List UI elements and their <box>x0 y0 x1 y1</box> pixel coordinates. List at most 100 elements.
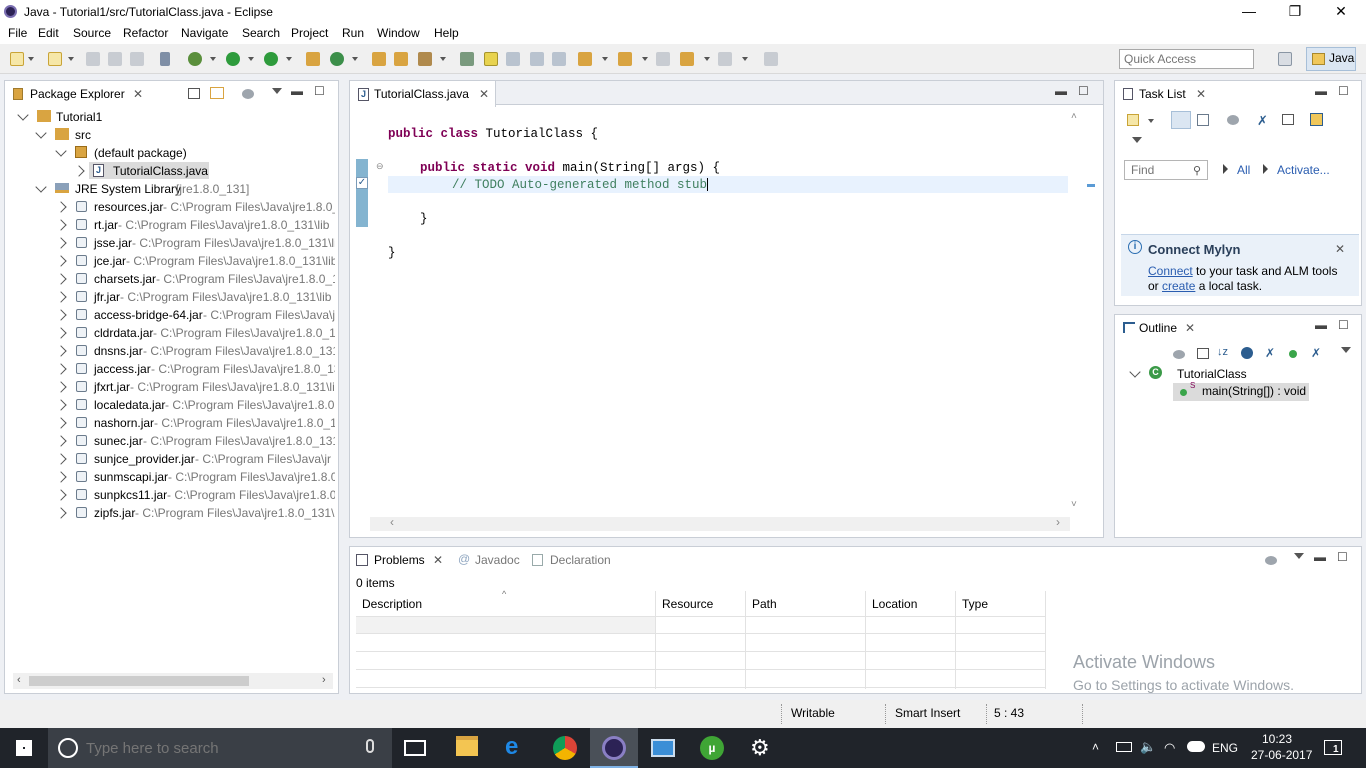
edge-browser-icon[interactable]: e <box>505 735 529 760</box>
minimize-view-icon[interactable]: ▬ <box>1314 550 1326 564</box>
collapse-all-icon[interactable] <box>188 88 200 99</box>
minimize-view-icon[interactable]: ▬ <box>291 84 303 98</box>
code-line-1[interactable]: public class TutorialClass { <box>388 127 598 141</box>
onedrive-icon[interactable] <box>1187 741 1205 752</box>
app-window-icon[interactable] <box>651 739 675 757</box>
maximize-view-icon[interactable]: ☐ <box>1078 84 1089 98</box>
task-find-input[interactable] <box>1131 162 1191 178</box>
scroll-left-icon[interactable]: ‹ <box>17 674 21 686</box>
sync-icon[interactable] <box>1310 113 1323 126</box>
battery-icon[interactable] <box>1116 742 1132 752</box>
status-insert-mode[interactable]: Smart Insert <box>895 706 960 720</box>
tree-jar-item[interactable]: jfxrt.jar - C:\Program Files\Java\jre1.8… <box>55 379 335 397</box>
menu-edit[interactable]: Edit <box>38 26 59 40</box>
editor-tab[interactable]: J TutorialClass.java ✕ <box>350 81 496 107</box>
view-menu-icon[interactable] <box>1294 553 1304 559</box>
close-tab-icon[interactable]: ✕ <box>1196 87 1206 101</box>
close-tab-icon[interactable]: ✕ <box>133 87 143 101</box>
task-view-icon[interactable] <box>404 740 426 756</box>
next-annotation-icon[interactable] <box>578 52 592 66</box>
chevron-down-icon[interactable] <box>35 181 47 193</box>
chevron-right-icon[interactable] <box>73 165 85 177</box>
tree-jar-item[interactable]: jaccess.jar - C:\Program Files\Java\jre1… <box>55 361 335 379</box>
menu-window[interactable]: Window <box>377 26 420 40</box>
hide-local-types-icon[interactable]: ✗ <box>1311 346 1321 360</box>
menu-file[interactable]: File <box>8 26 27 40</box>
new-java-package-icon[interactable] <box>306 52 320 66</box>
tab-problems[interactable]: Problems ✕ <box>350 547 450 573</box>
chevron-down-icon[interactable] <box>35 127 47 139</box>
tree-jar-item[interactable]: sunec.jar - C:\Program Files\Java\jre1.8… <box>55 433 335 451</box>
open-type-icon[interactable] <box>372 52 386 66</box>
focus-icon[interactable] <box>1173 350 1185 359</box>
search-toolbar-icon[interactable] <box>418 52 432 66</box>
open-perspective-icon[interactable] <box>1278 52 1292 66</box>
outline-method-row[interactable]: S main(String[]) : void <box>1173 381 1309 401</box>
tree-jar-item[interactable]: cldrdata.jar - C:\Program Files\Java\jre… <box>55 325 335 343</box>
scroll-left-icon[interactable]: ‹ <box>390 515 394 529</box>
overview-marker[interactable] <box>1087 184 1095 187</box>
network-icon[interactable]: ◠ <box>1164 740 1175 756</box>
utorrent-icon[interactable]: µ <box>700 736 724 760</box>
chevron-right-icon[interactable] <box>55 219 67 231</box>
tab-declaration[interactable]: Declaration <box>528 547 618 573</box>
file-explorer-icon[interactable] <box>456 736 478 756</box>
save-all-icon[interactable] <box>108 52 122 66</box>
focus-icon[interactable] <box>1227 115 1239 125</box>
hide-fields-icon[interactable] <box>1241 347 1253 359</box>
chevron-right-icon[interactable] <box>55 273 67 285</box>
chevron-right-icon[interactable] <box>55 417 67 429</box>
chevron-right-icon[interactable] <box>55 453 67 465</box>
word-wrap-icon[interactable] <box>530 52 544 66</box>
previous-annotation-icon[interactable] <box>618 52 632 66</box>
tree-jar-item[interactable]: charsets.jar - C:\Program Files\Java\jre… <box>55 271 335 289</box>
close-tab-icon[interactable]: ✕ <box>479 87 489 101</box>
menu-navigate[interactable]: Navigate <box>181 26 228 40</box>
tree-jar-item[interactable]: jsse.jar - C:\Program Files\Java\jre1.8.… <box>55 235 335 253</box>
restore-button[interactable]: ❐ <box>1272 0 1318 24</box>
chevron-right-icon[interactable] <box>55 291 67 303</box>
mark-occurrences-icon[interactable] <box>484 52 498 66</box>
menu-search[interactable]: Search <box>242 26 280 40</box>
pin-editor-icon[interactable] <box>764 52 778 66</box>
dropdown-arrow-icon[interactable] <box>68 57 74 61</box>
action-center-icon[interactable]: 1 <box>1324 740 1342 755</box>
column-path[interactable]: Path <box>752 597 777 611</box>
scroll-up-icon[interactable]: ˄ <box>1071 111 1077 122</box>
show-whitespace-icon[interactable] <box>552 52 566 66</box>
collapse-all-icon[interactable] <box>1282 114 1294 125</box>
menu-source[interactable]: Source <box>73 26 111 40</box>
block-selection-icon[interactable] <box>506 52 520 66</box>
tree-jar-item[interactable]: rt.jar - C:\Program Files\Java\jre1.8.0_… <box>55 217 335 235</box>
chevron-right-icon[interactable] <box>55 327 67 339</box>
clock-time[interactable]: 10:23 <box>1262 732 1292 746</box>
focus-icon[interactable] <box>1265 556 1277 565</box>
menu-project[interactable]: Project <box>291 26 328 40</box>
forward-icon[interactable] <box>718 52 732 66</box>
chevron-down-icon[interactable] <box>55 145 67 157</box>
dropdown-arrow-icon[interactable] <box>440 57 446 61</box>
view-menu-icon[interactable] <box>272 88 282 94</box>
chevron-right-icon[interactable] <box>55 363 67 375</box>
chevron-right-icon[interactable] <box>55 435 67 447</box>
maximize-view-icon[interactable]: ☐ <box>314 84 325 98</box>
maximize-view-icon[interactable]: ☐ <box>1338 318 1349 332</box>
close-window-button[interactable]: ✕ <box>1318 0 1364 24</box>
task-find-field[interactable]: ⚲ <box>1124 160 1208 180</box>
maximize-view-icon[interactable]: ☐ <box>1338 84 1349 98</box>
tree-jar-item[interactable]: resources.jar - C:\Program Files\Java\jr… <box>55 199 335 217</box>
collapse-all-icon[interactable] <box>1197 348 1209 359</box>
print-icon[interactable] <box>130 52 144 66</box>
tree-jar-item[interactable]: zipfs.jar - C:\Program Files\Java\jre1.8… <box>55 505 335 523</box>
dropdown-arrow-icon[interactable] <box>28 57 34 61</box>
scrollbar-thumb[interactable] <box>29 676 249 686</box>
debug-icon[interactable] <box>188 52 202 66</box>
chevron-right-icon[interactable] <box>55 471 67 483</box>
close-mylyn-icon[interactable]: ✕ <box>1335 242 1345 256</box>
back-icon[interactable] <box>680 52 694 66</box>
focus-task-icon[interactable] <box>242 89 254 99</box>
run-external-tools-icon[interactable] <box>264 52 278 66</box>
package-explorer-title[interactable]: Package Explorer <box>30 87 125 101</box>
volume-icon[interactable]: 🔈 <box>1140 739 1156 755</box>
tree-jar-item[interactable]: jfr.jar - C:\Program Files\Java\jre1.8.0… <box>55 289 335 307</box>
